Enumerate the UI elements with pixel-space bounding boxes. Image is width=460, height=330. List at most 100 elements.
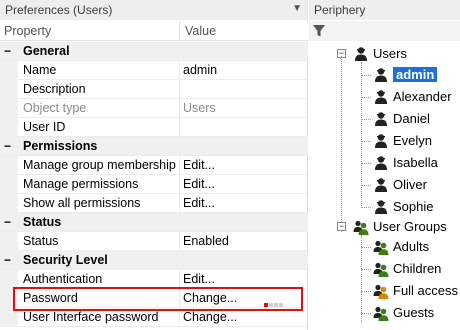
tree-node-label: Sophie — [393, 199, 434, 214]
cell-separator — [179, 194, 180, 213]
group-icon — [373, 262, 389, 277]
property-label: Authentication — [23, 272, 103, 286]
cell-separator — [179, 232, 180, 251]
user-icon — [375, 112, 387, 126]
column-header-property[interactable]: Property — [4, 24, 51, 38]
cell-separator — [179, 118, 180, 137]
tree-node-label: Alexander — [393, 89, 452, 104]
collapse-toggle-icon[interactable]: − — [4, 215, 14, 229]
cell-separator — [179, 99, 180, 118]
user-icon — [375, 90, 387, 104]
tree-node-group-full-access[interactable]: Full access — [309, 281, 460, 301]
tree-node-users[interactable]: − Users — [309, 44, 460, 64]
user-group-icon — [355, 47, 367, 61]
property-value[interactable]: admin — [183, 63, 217, 77]
periphery-panel-title: Periphery — [309, 0, 460, 20]
category-label: Permissions — [23, 139, 98, 153]
tree-node-label: Daniel — [393, 111, 430, 126]
pin-icon[interactable]: ▼ — [292, 3, 302, 14]
property-row-object-type[interactable]: Object type Users — [0, 99, 308, 118]
property-label: Description — [23, 82, 86, 96]
periphery-toolbar — [309, 21, 460, 41]
tree-node-user-daniel[interactable]: Daniel — [309, 109, 460, 129]
user-icon — [375, 200, 387, 214]
property-value[interactable]: Edit... — [183, 177, 215, 191]
tree-node-group-children[interactable]: Children — [309, 259, 460, 279]
tree-node-label: Children — [393, 261, 442, 276]
periphery-panel: Periphery − Users admin Alexander Daniel Evel… — [309, 0, 460, 330]
property-row-status[interactable]: Status Enabled — [0, 232, 308, 251]
property-row-user-id[interactable]: User ID — [0, 118, 308, 137]
tree-node-label: Guests — [393, 305, 435, 320]
property-grid: − General Name admin Description Object type U… — [0, 42, 308, 327]
group-icon — [373, 306, 389, 321]
tree-node-user-sophie[interactable]: Sophie — [309, 197, 460, 217]
property-label: Manage permissions — [23, 177, 139, 191]
preferences-title-text: Preferences (Users) — [5, 3, 113, 17]
tree-node-user-evelyn[interactable]: Evelyn — [309, 131, 460, 151]
property-value: Users — [183, 101, 216, 115]
tree-node-label: Users — [373, 46, 407, 61]
filter-icon[interactable] — [312, 24, 326, 38]
property-label: Name — [23, 63, 57, 77]
property-value[interactable]: Edit... — [183, 158, 215, 172]
tree-node-label: admin — [393, 67, 438, 82]
tree-node-user-oliver[interactable]: Oliver — [309, 175, 460, 195]
preferences-panel-title: Preferences (Users) ▼ — [0, 0, 308, 20]
property-value[interactable]: Edit... — [183, 196, 215, 210]
tree-node-user-isabella[interactable]: Isabella — [309, 153, 460, 173]
category-permissions[interactable]: − Permissions — [0, 137, 308, 156]
tree-node-label: Evelyn — [393, 133, 433, 148]
tree-node-group-guests[interactable]: Guests — [309, 303, 460, 323]
group-icon — [373, 240, 389, 255]
cell-separator — [179, 175, 180, 194]
collapse-toggle-icon[interactable]: − — [4, 44, 14, 58]
user-icon — [375, 134, 387, 148]
tree-node-user-admin[interactable]: admin — [309, 65, 460, 85]
group-icon — [373, 284, 389, 299]
user-icon — [375, 178, 387, 192]
row-gutter — [0, 61, 18, 80]
property-label: Manage group membership — [23, 158, 176, 172]
tree-collapse-icon[interactable]: − — [337, 222, 346, 231]
column-header-value[interactable]: Value — [185, 24, 216, 38]
tree-node-user-alexander[interactable]: Alexander — [309, 87, 460, 107]
user-icon — [375, 156, 387, 170]
property-label: Show all permissions — [23, 196, 141, 210]
tree-node-label: Adults — [393, 239, 430, 254]
row-gutter — [0, 80, 18, 99]
user-icon — [375, 68, 387, 82]
user-groups-icon — [353, 220, 369, 235]
column-separator[interactable] — [179, 21, 180, 41]
property-row-description[interactable]: Description — [0, 80, 308, 99]
preferences-panel: Preferences (Users) ▼ Property Value − Ge… — [0, 0, 308, 330]
collapse-toggle-icon[interactable]: − — [4, 253, 14, 267]
category-status[interactable]: − Status — [0, 213, 308, 232]
row-gutter — [0, 194, 18, 213]
tree-node-group-adults[interactable]: Adults — [309, 237, 460, 257]
cell-separator — [179, 80, 180, 99]
row-gutter — [0, 232, 18, 251]
property-value[interactable]: Change... — [183, 310, 237, 324]
periphery-title-text: Periphery — [314, 3, 366, 17]
tree-node-label: Oliver — [393, 177, 427, 192]
tree-node-label: Full access — [393, 283, 459, 298]
row-gutter — [0, 156, 18, 175]
property-row-manage-group-membership[interactable]: Manage group membership Edit... — [0, 156, 308, 175]
property-grid-header: Property Value — [0, 21, 308, 41]
collapse-toggle-icon[interactable]: − — [4, 139, 14, 153]
property-row-manage-permissions[interactable]: Manage permissions Edit... — [0, 175, 308, 194]
category-label: Status — [23, 215, 62, 229]
property-row-show-all-permissions[interactable]: Show all permissions Edit... — [0, 194, 308, 213]
tree-node-user-groups[interactable]: − User Groups — [309, 217, 460, 237]
tree-node-label: User Groups — [373, 219, 447, 234]
row-gutter — [0, 99, 18, 118]
category-security-level[interactable]: − Security Level — [0, 251, 308, 270]
category-general[interactable]: − General — [0, 42, 308, 61]
tree-node-label: Isabella — [393, 155, 438, 170]
property-row-name[interactable]: Name admin — [0, 61, 308, 80]
cell-separator — [179, 61, 180, 80]
property-value[interactable]: Enabled — [183, 234, 229, 248]
row-gutter — [0, 118, 18, 137]
property-value[interactable]: Edit... — [183, 272, 215, 286]
